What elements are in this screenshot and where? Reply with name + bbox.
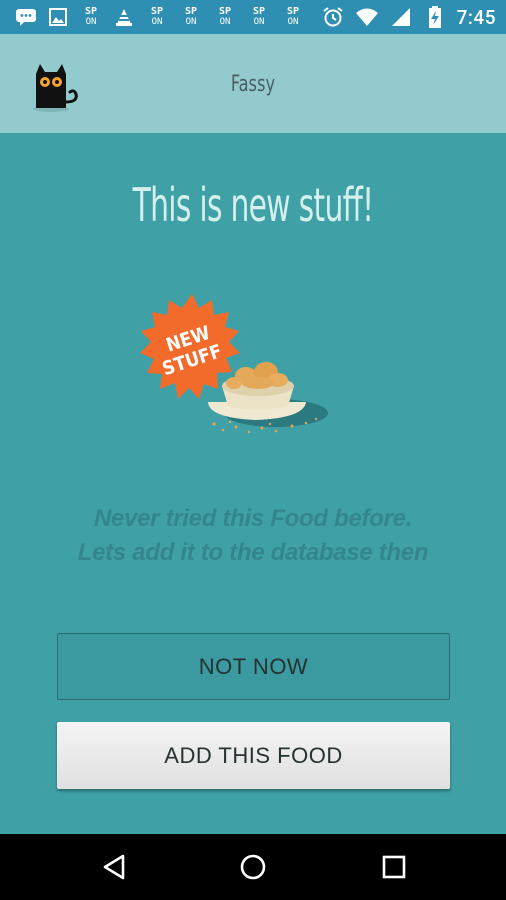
sp-on-badge: SP ON (150, 6, 164, 28)
back-icon[interactable] (96, 849, 132, 885)
status-bar: SP ON SP ON SP ON SP ON SP ON SP ON 7:45 (0, 0, 506, 34)
sp-on-badge: SP ON (252, 6, 266, 28)
sp-on-badge: SP ON (184, 6, 198, 28)
message-line-1: Never tried this Food before. (93, 505, 413, 532)
navigation-bar (0, 834, 506, 900)
alarm-icon (321, 5, 345, 29)
system-icons: 7:45 (321, 5, 496, 29)
wifi-icon (355, 5, 379, 29)
message-icon (14, 5, 38, 29)
recents-icon[interactable] (376, 849, 412, 885)
sp-on-badge: SP ON (84, 6, 98, 28)
home-icon[interactable] (235, 849, 271, 885)
battery-charging-icon (423, 5, 447, 29)
page-headline: This is new stuff! (132, 178, 374, 232)
signal-icon (389, 5, 413, 29)
sp-on-badge: SP ON (218, 6, 232, 28)
add-this-food-button[interactable]: ADD THIS FOOD (57, 722, 450, 789)
app-title: Fassy (230, 72, 276, 97)
sp-on-badge: SP ON (286, 6, 300, 28)
message-line-2: Lets add it to the database then (77, 539, 429, 566)
not-now-button[interactable]: NOT NOW (57, 633, 450, 700)
notification-icons: SP ON SP ON SP ON SP ON SP ON SP ON (14, 5, 306, 29)
new-food-message: Never tried this Food before. Lets add i… (0, 502, 506, 570)
vlc-icon (112, 5, 136, 29)
clock: 7:45 (456, 5, 496, 29)
app-toolbar: Fassy (0, 34, 506, 133)
image-icon (46, 5, 70, 29)
new-food-illustration: NEW STUFF (126, 290, 336, 440)
